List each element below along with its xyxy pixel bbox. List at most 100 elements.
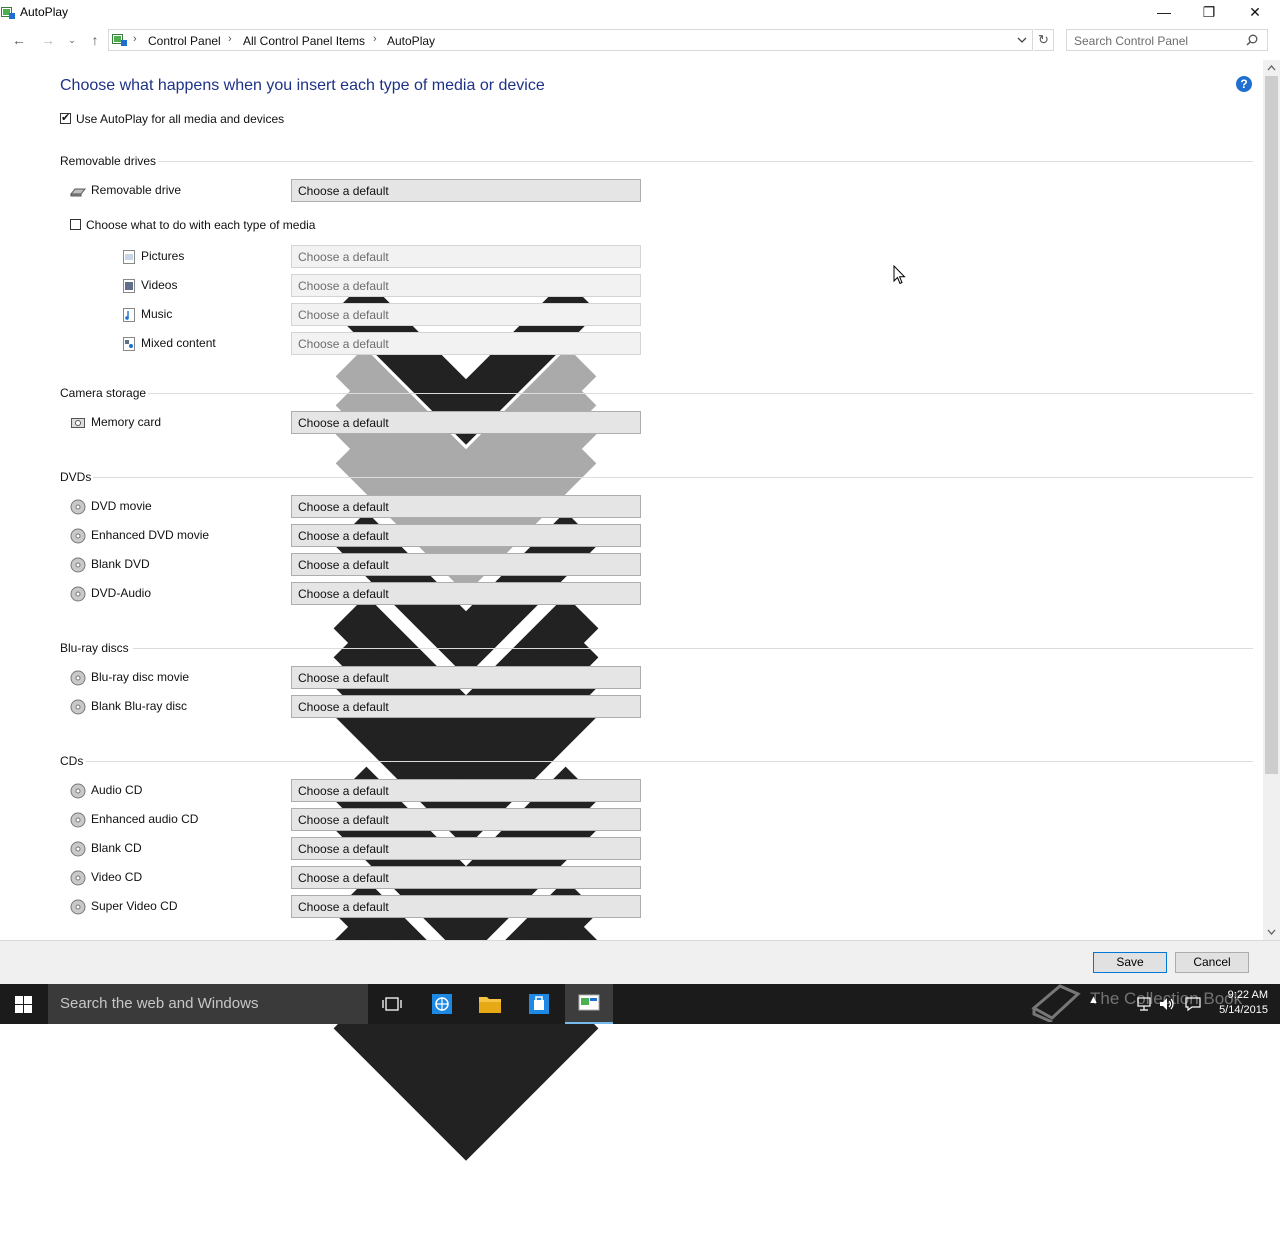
- section-divider: [133, 648, 1253, 649]
- section-title-blu-ray: Blu-ray discs: [60, 641, 129, 655]
- mixed-content-label: Mixed content: [141, 336, 216, 350]
- dvd-movie-label: DVD movie: [91, 499, 152, 513]
- mixed-content-select[interactable]: Choose a default: [291, 332, 641, 594]
- blank-dvd-select[interactable]: Choose a default: [291, 553, 641, 819]
- scrollbar-thumb[interactable]: [1265, 76, 1278, 774]
- audio-cd-select[interactable]: Choose a default: [291, 779, 641, 1045]
- video-cd-disc-icon: [70, 870, 86, 886]
- page-heading: Choose what happens when you insert each…: [60, 77, 545, 94]
- forward-arrow-icon[interactable]: →: [38, 30, 58, 50]
- super-video-cd-disc-icon: [70, 899, 86, 915]
- videos-label: Videos: [141, 278, 178, 292]
- action-center-icon[interactable]: [1184, 996, 1202, 1012]
- internet-explorer-icon[interactable]: [418, 984, 466, 1024]
- blank-blu-ray-disc-icon: [70, 699, 86, 715]
- videos-select[interactable]: Choose a default: [291, 274, 641, 536]
- search-icon[interactable]: [1246, 34, 1258, 46]
- removable-drive-icon: [70, 188, 86, 197]
- mouse-cursor-icon: [893, 265, 906, 285]
- save-button[interactable]: Save: [1093, 952, 1167, 973]
- recent-locations-chevron-icon[interactable]: ⌄: [62, 30, 82, 50]
- video-cd-select[interactable]: Choose a default: [291, 866, 641, 1132]
- each-media-type-checkbox[interactable]: [70, 219, 81, 230]
- audio-cd-label: Audio CD: [91, 783, 143, 797]
- windows-start-icon[interactable]: [15, 996, 32, 1013]
- close-button[interactable]: ✕: [1232, 0, 1278, 24]
- refresh-icon[interactable]: ↻: [1034, 29, 1054, 51]
- enhanced-dvd-movie-select[interactable]: Choose a default: [291, 524, 641, 790]
- video-cd-label: Video CD: [91, 870, 143, 884]
- scroll-down-arrow-icon[interactable]: [1267, 929, 1276, 936]
- search-input[interactable]: Search Control Panel: [1066, 29, 1268, 51]
- taskbar-clock[interactable]: 9:22 AM 5/14/2015: [1208, 988, 1268, 1018]
- taskbar-search-input[interactable]: Search the web and Windows: [48, 984, 368, 1024]
- address-dropdown-chevron-icon[interactable]: [1017, 36, 1027, 44]
- memory-card-label: Memory card: [91, 415, 162, 429]
- dvd-movie-select[interactable]: Choose a default: [291, 495, 641, 761]
- pictures-select[interactable]: Choose a default: [291, 245, 641, 507]
- breadcrumb-autoplay[interactable]: AutoPlay: [387, 34, 435, 48]
- audio-cd-disc-icon: [70, 783, 86, 799]
- blank-cd-label: Blank CD: [91, 841, 142, 855]
- enhanced-audio-cd-label: Enhanced audio CD: [91, 812, 199, 826]
- scroll-up-arrow-icon[interactable]: [1267, 64, 1276, 71]
- network-icon[interactable]: [1135, 996, 1153, 1012]
- select-value: Choose a default: [298, 587, 389, 601]
- super-video-cd-label: Super Video CD: [91, 899, 178, 913]
- enhanced-audio-cd-select[interactable]: Choose a default: [291, 808, 641, 1074]
- minimize-button[interactable]: —: [1141, 0, 1187, 24]
- select-value: Choose a default: [298, 871, 389, 885]
- pictures-icon: [123, 250, 135, 264]
- blank-cd-disc-icon: [70, 841, 86, 857]
- back-arrow-icon[interactable]: ←: [9, 30, 29, 50]
- select-value: Choose a default: [298, 671, 389, 685]
- select-value: Choose a default: [298, 700, 389, 714]
- up-arrow-icon[interactable]: ↑: [85, 30, 105, 50]
- super-video-cd-select[interactable]: Choose a default: [291, 895, 641, 1161]
- section-title-camera-storage: Camera storage: [60, 386, 147, 400]
- dvd-audio-select[interactable]: Choose a default: [291, 582, 641, 848]
- breadcrumb-separator: ›: [373, 33, 377, 45]
- blu-ray-movie-label: Blu-ray disc movie: [91, 670, 190, 684]
- show-hidden-icons-chevron-icon[interactable]: ▲: [1088, 994, 1099, 1006]
- breadcrumb-separator: ›: [133, 33, 137, 45]
- restore-button[interactable]: ❐: [1186, 0, 1232, 24]
- select-value: Choose a default: [298, 416, 389, 430]
- dvd-audio-disc-icon: [70, 586, 86, 602]
- store-icon[interactable]: [515, 984, 563, 1024]
- memory-card-select[interactable]: Choose a default: [291, 411, 641, 677]
- control-panel-taskbar-icon[interactable]: [565, 984, 613, 1024]
- section-title-dvds: DVDs: [60, 470, 92, 484]
- blank-blu-ray-select[interactable]: Choose a default: [291, 695, 641, 961]
- breadcrumb-all-items[interactable]: All Control Panel Items: [243, 34, 365, 48]
- blu-ray-movie-select[interactable]: Choose a default: [291, 666, 641, 932]
- blank-dvd-disc-icon: [70, 557, 86, 573]
- clock-date: 5/14/2015: [1219, 1004, 1268, 1016]
- task-view-icon[interactable]: [368, 984, 416, 1024]
- select-value: Choose a default: [298, 500, 389, 514]
- select-value: Choose a default: [298, 279, 389, 293]
- removable-drive-label: Removable drive: [91, 183, 182, 197]
- use-autoplay-checkbox[interactable]: [60, 111, 71, 124]
- select-value: Choose a default: [298, 784, 389, 798]
- cancel-button[interactable]: Cancel: [1175, 952, 1249, 973]
- blank-cd-select[interactable]: Choose a default: [291, 837, 641, 1103]
- section-title-cds: CDs: [60, 754, 84, 768]
- music-select[interactable]: Choose a default: [291, 303, 641, 565]
- select-value: Choose a default: [298, 842, 389, 856]
- volume-icon[interactable]: [1158, 996, 1176, 1012]
- videos-icon: [123, 279, 135, 293]
- enhanced-dvd-movie-label: Enhanced DVD movie: [91, 528, 210, 542]
- section-divider: [86, 761, 1253, 762]
- use-autoplay-label[interactable]: Use AutoPlay for all media and devices: [76, 112, 284, 126]
- select-value: Choose a default: [298, 900, 389, 914]
- removable-drive-select[interactable]: Choose a default: [291, 179, 641, 445]
- breadcrumb-control-panel[interactable]: Control Panel: [148, 34, 221, 48]
- music-icon: [123, 308, 135, 322]
- each-media-type-label[interactable]: Choose what to do with each type of medi…: [86, 218, 315, 232]
- title-bar: [0, 0, 1280, 24]
- breadcrumb-separator: ›: [228, 33, 232, 45]
- select-value: Choose a default: [298, 184, 389, 198]
- file-explorer-icon[interactable]: [466, 984, 514, 1024]
- help-icon[interactable]: ?: [1236, 76, 1252, 92]
